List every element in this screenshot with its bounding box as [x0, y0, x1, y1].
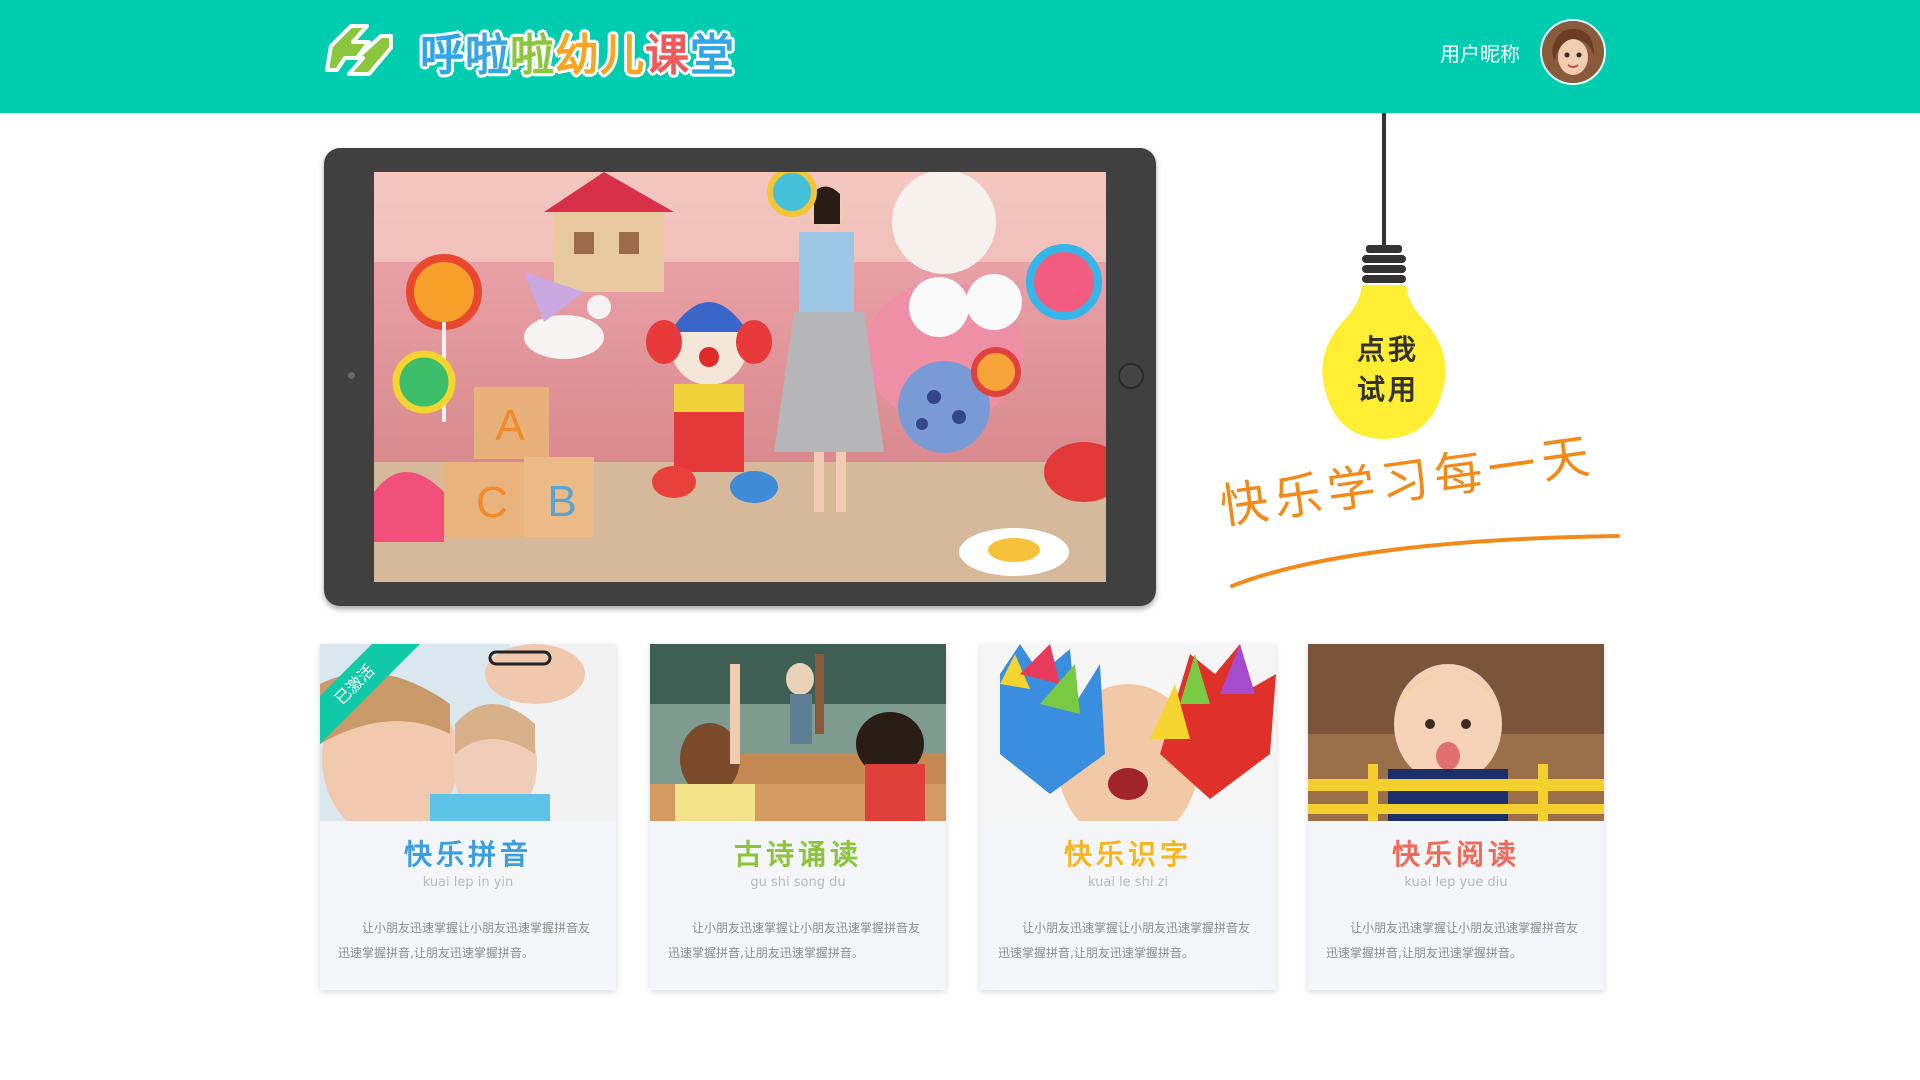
- trial-bulb-label[interactable]: 点我 试用: [1348, 330, 1428, 410]
- trial-label-line2: 试用: [1356, 373, 1419, 406]
- brand-char: 啦: [510, 30, 555, 81]
- user-avatar[interactable]: [1540, 19, 1606, 85]
- tablet-home-button: [1118, 363, 1144, 389]
- course-card-pinyin[interactable]: 已激活 快乐拼音 kuai lep in yin 让小朋友迅速掌握让小朋友迅速掌…: [320, 644, 616, 990]
- trial-label-line1: 点我: [1356, 333, 1419, 366]
- course-title[interactable]: 古诗诵读: [650, 836, 946, 874]
- tablet-camera: [348, 372, 355, 379]
- slogan-underline: [1230, 534, 1620, 588]
- tablet-frame: A C B: [324, 148, 1156, 606]
- course-photo: [1308, 644, 1604, 821]
- brand-title[interactable]: 呼啦啦幼儿课堂: [420, 28, 735, 84]
- course-description: 让小朋友迅速掌握让小朋友迅速掌握拼音友迅速掌握拼音,让朋友迅速掌握拼音。: [998, 921, 1251, 960]
- activated-badge: 已激活: [320, 644, 420, 744]
- logo-icon[interactable]: [323, 18, 397, 82]
- svg-text:A: A: [495, 401, 525, 450]
- svg-text:C: C: [476, 478, 508, 527]
- avatar-image: [1542, 21, 1604, 83]
- course-card-literacy[interactable]: 快乐识字 kuai le shi zi 让小朋友迅速掌握让小朋友迅速掌握拼音友迅…: [980, 644, 1276, 990]
- course-pinyin: kuai le shi zi: [1087, 875, 1168, 890]
- course-title[interactable]: 快乐拼音: [320, 836, 616, 874]
- brand-char: 儿: [600, 30, 645, 81]
- course-cards: 已激活 快乐拼音 kuai lep in yin 让小朋友迅速掌握让小朋友迅速掌…: [320, 644, 1604, 990]
- course-description: 让小朋友迅速掌握让小朋友迅速掌握拼音友迅速掌握拼音,让朋友迅速掌握拼音。: [1326, 921, 1579, 960]
- course-photo: [980, 644, 1276, 821]
- top-header: 呼啦啦幼儿课堂 用户昵称: [0, 0, 1920, 113]
- course-photo: [650, 644, 946, 821]
- course-card-poetry[interactable]: 古诗诵读 gu shi song du 让小朋友迅速掌握让小朋友迅速掌握拼音友迅…: [650, 644, 946, 990]
- course-title[interactable]: 快乐阅读: [1308, 836, 1604, 874]
- course-pinyin: kuai lep yue diu: [1404, 875, 1508, 890]
- brand-char: 堂: [690, 30, 735, 81]
- video-player[interactable]: A C B: [374, 172, 1106, 582]
- user-nickname[interactable]: 用户昵称: [1440, 40, 1520, 68]
- course-pinyin: gu shi song du: [750, 875, 846, 890]
- classroom-scene-image: A C B: [374, 172, 1106, 582]
- course-pinyin: kuai lep in yin: [422, 875, 514, 890]
- brand-char: 幼: [555, 30, 600, 81]
- course-title[interactable]: 快乐识字: [980, 836, 1276, 874]
- course-description: 让小朋友迅速掌握让小朋友迅速掌握拼音友迅速掌握拼音,让朋友迅速掌握拼音。: [668, 921, 921, 960]
- svg-text:B: B: [547, 477, 576, 526]
- activated-ribbon: 已激活: [320, 644, 420, 744]
- brand-char: 课: [645, 30, 690, 81]
- course-description: 让小朋友迅速掌握让小朋友迅速掌握拼音友迅速掌握拼音,让朋友迅速掌握拼音。: [338, 921, 591, 960]
- course-card-reading[interactable]: 快乐阅读 kuai lep yue diu 让小朋友迅速掌握让小朋友迅速掌握拼音…: [1308, 644, 1604, 990]
- brand-char: 呼: [420, 30, 465, 81]
- brand-char: 啦: [465, 30, 510, 81]
